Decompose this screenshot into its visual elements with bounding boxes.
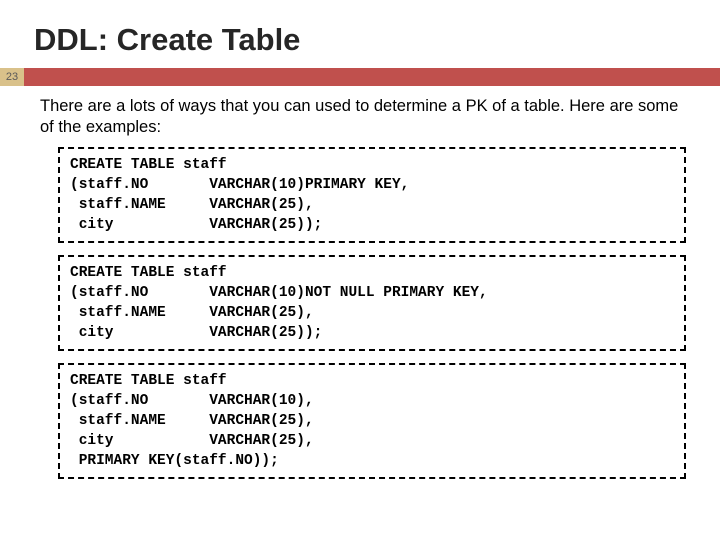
intro-text: There are a lots of ways that you can us…: [40, 96, 686, 137]
code-block: CREATE TABLE staff (staff.NO VARCHAR(10)…: [58, 147, 686, 243]
code-block: CREATE TABLE staff (staff.NO VARCHAR(10)…: [58, 255, 686, 351]
slide-content: There are a lots of ways that you can us…: [0, 86, 720, 479]
slide-title: DDL: Create Table: [0, 0, 720, 68]
code-block: CREATE TABLE staff (staff.NO VARCHAR(10)…: [58, 363, 686, 479]
accent-bar: 23: [0, 68, 720, 86]
page-number-badge: 23: [0, 68, 24, 86]
